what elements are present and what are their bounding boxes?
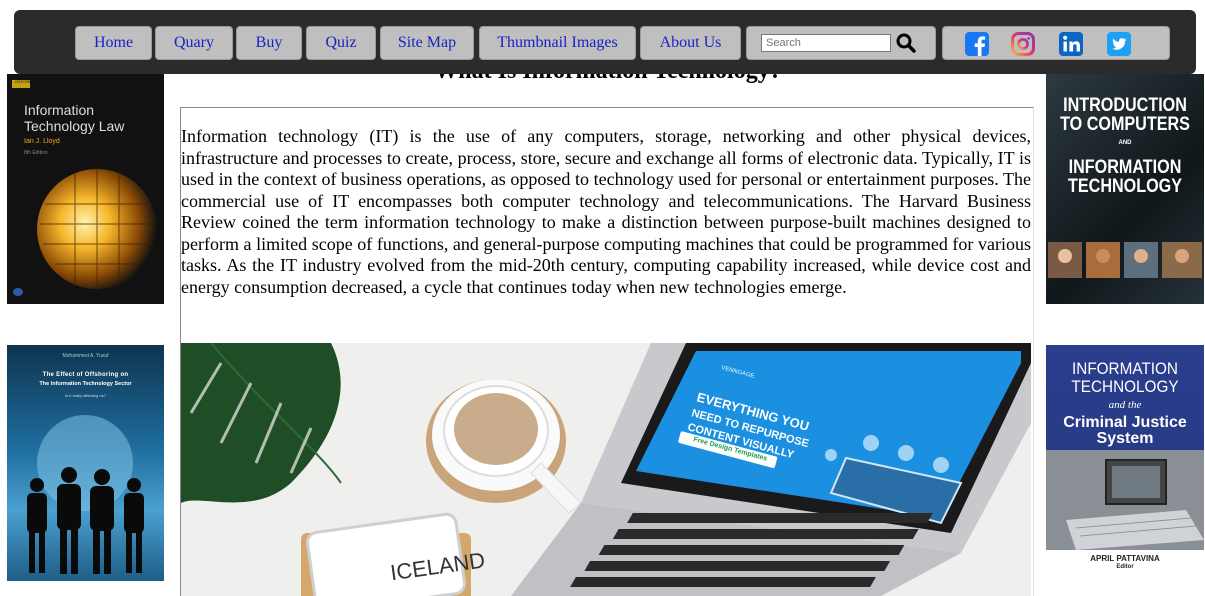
intro-paragraph: Information technology (IT) is the use o…	[181, 126, 1031, 297]
book-title-line3: Criminal Justice	[1063, 414, 1187, 431]
twitter-icon[interactable]	[1107, 32, 1131, 56]
book-title-line1: The Effect of Offshoring on	[42, 372, 129, 378]
nav-buy-button[interactable]: Buy	[236, 26, 302, 60]
nav-quiz-button[interactable]: Quiz	[306, 26, 376, 60]
book-cover-intro-computers[interactable]: INTRODUCTION TO COMPUTERS AND INFORMATIO…	[1046, 74, 1204, 304]
book-title-line2: The Information Technology Sector	[39, 381, 132, 387]
business-silhouettes-image	[27, 415, 144, 574]
instagram-icon[interactable]	[1011, 32, 1035, 56]
book-author: Mohammed A. Yusuf	[62, 353, 109, 359]
book-cover-it-law[interactable]: OXFORD Information Technology Law Ian J.…	[7, 74, 164, 304]
book-title-line4: TECHNOLOGY	[1068, 176, 1182, 197]
hero-illustration: ICELAND VENNGAGE EVERYTHING YOU NEED TO …	[181, 343, 1031, 596]
book-author: Ian J. Lloyd	[24, 138, 60, 145]
book-title-line2: TECHNOLOGY	[1071, 377, 1179, 396]
nav-quary-button[interactable]: Quary	[155, 26, 233, 60]
book-subtitle: Is it really affecting us?	[65, 393, 106, 398]
book-title-line3: INFORMATION	[1068, 157, 1182, 178]
computer-keyboard-image	[1046, 450, 1204, 550]
book-cover-criminal-justice[interactable]: INFORMATION TECHNOLOGY and the Criminal …	[1046, 345, 1204, 581]
book-author: APRIL PATTAVINA	[1090, 554, 1160, 563]
social-links	[942, 26, 1170, 60]
search-icon[interactable]	[895, 32, 917, 54]
search-input[interactable]	[761, 34, 891, 52]
book-editor-label: Editor	[1116, 564, 1134, 570]
book-title-and: AND	[1118, 140, 1132, 146]
students-photo-strip	[1048, 242, 1202, 278]
glowing-globe-image	[37, 168, 157, 290]
book-title-line1: INFORMATION	[1072, 359, 1178, 378]
facebook-icon[interactable]	[965, 32, 989, 56]
book-publisher: OXFORD	[15, 79, 33, 84]
search-box	[746, 26, 936, 60]
book-title-line1: INTRODUCTION	[1063, 95, 1187, 116]
hero-desk-image: ICELAND VENNGAGE EVERYTHING YOU NEED TO …	[181, 343, 1031, 596]
nav-aboutus-button[interactable]: About Us	[640, 26, 741, 60]
linkedin-icon[interactable]	[1059, 32, 1083, 56]
book-title-line2: TO COMPUTERS	[1060, 114, 1190, 135]
book-title-line2: Technology Law	[24, 118, 125, 134]
book-title-line4: System	[1096, 430, 1154, 447]
book-title-and: and the	[1108, 399, 1142, 411]
nav-thumbnails-button[interactable]: Thumbnail Images	[479, 26, 636, 60]
publisher-logo	[13, 288, 23, 296]
book-title-line1: Information	[24, 102, 95, 118]
top-nav-bar: Home Quary Buy Quiz Site Map Thumbnail I…	[14, 10, 1196, 74]
book-cover-offshoring[interactable]: Mohammed A. Yusuf The Effect of Offshori…	[7, 345, 164, 581]
nav-sitemap-button[interactable]: Site Map	[380, 26, 474, 60]
nav-home-button[interactable]: Home	[75, 26, 152, 60]
